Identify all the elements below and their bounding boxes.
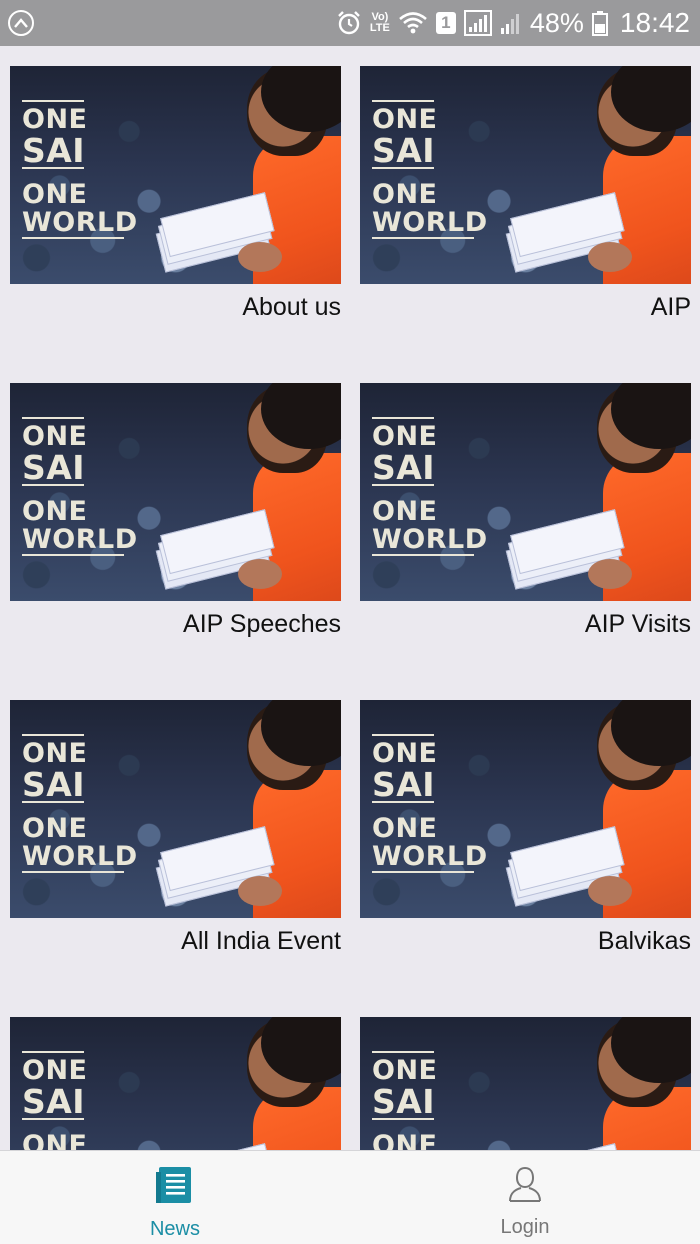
tile-image: ONE SAI ONE WORLD <box>10 66 341 284</box>
bottom-navigation: News Login <box>0 1150 700 1244</box>
one-sai-one-world-logo: ONE SAI ONE WORLD <box>372 734 487 877</box>
battery-percent: 48% <box>529 7 584 38</box>
wifi-icon <box>398 11 428 35</box>
signal-icon <box>463 10 492 36</box>
tile-image: ONE SAI ONE WORLD <box>360 383 691 601</box>
tile-label: About us <box>242 293 341 321</box>
tile-image: ONE SAI ONE WORLD <box>10 700 341 918</box>
tile-image: ONE SAI ONE WORLD <box>360 700 691 918</box>
tile-label: All India Event <box>181 927 341 955</box>
tile-label: AIP Visits <box>584 610 691 638</box>
category-tile[interactable]: ONE SAI ONE WORLD About us <box>10 66 341 323</box>
one-sai-one-world-logo: ONE SAI ONE WORLD <box>22 417 137 560</box>
tile-image: ONE SAI ONE WORLD <box>10 1017 341 1150</box>
sim-slot-badge: 1 <box>435 12 456 34</box>
category-tile[interactable]: ONE SAI ONE WORLD Balvikas <box>360 700 691 957</box>
nav-item-login[interactable]: Login <box>350 1151 700 1244</box>
nav-item-news[interactable]: News <box>0 1151 350 1244</box>
tile-image: ONE SAI ONE WORLD <box>360 66 691 284</box>
tile-label: AIP Speeches <box>183 610 341 638</box>
category-tile[interactable]: ONE SAI ONE WORLD All India Event <box>10 700 341 957</box>
user-icon <box>507 1165 543 1208</box>
tile-label: AIP <box>650 293 691 321</box>
category-grid: ONE SAI ONE WORLD About us ONE SAI ONE W… <box>0 46 700 1150</box>
one-sai-one-world-logo: ONE SAI ONE WORLD <box>22 1051 132 1150</box>
category-tile[interactable]: ONE SAI ONE WORLD <box>10 1017 341 1150</box>
news-icon <box>156 1165 194 1210</box>
one-sai-one-world-logo: ONE SAI ONE WORLD <box>372 1051 482 1150</box>
caret-up-icon <box>8 10 34 36</box>
tile-image: ONE SAI ONE WORLD <box>10 383 341 601</box>
alarm-icon <box>336 10 362 36</box>
one-sai-one-world-logo: ONE SAI ONE WORLD <box>372 100 487 243</box>
one-sai-one-world-logo: ONE SAI ONE WORLD <box>22 100 137 243</box>
nav-label-login: Login <box>500 1216 550 1238</box>
clock: 18:42 <box>619 7 690 38</box>
category-tile[interactable]: ONE SAI ONE WORLD AIP Visits <box>360 383 691 640</box>
battery-icon <box>591 10 608 36</box>
category-tile[interactable]: ONE SAI ONE WORLD AIP Speeches <box>10 383 341 640</box>
volte-indicator: Vo) LTE <box>369 11 390 34</box>
one-sai-one-world-logo: ONE SAI ONE WORLD <box>22 734 137 877</box>
one-sai-one-world-logo: ONE SAI ONE WORLD <box>372 417 487 560</box>
tile-label: Balvikas <box>597 927 691 955</box>
signal-2-icon <box>500 11 522 35</box>
nav-label-news: News <box>149 1218 200 1240</box>
category-tile[interactable]: ONE SAI ONE WORLD AIP <box>360 66 691 323</box>
status-bar: Vo) LTE 1 48% 18:42 <box>0 0 700 46</box>
tile-image: ONE SAI ONE WORLD <box>360 1017 691 1150</box>
category-tile[interactable]: ONE SAI ONE WORLD <box>360 1017 691 1150</box>
